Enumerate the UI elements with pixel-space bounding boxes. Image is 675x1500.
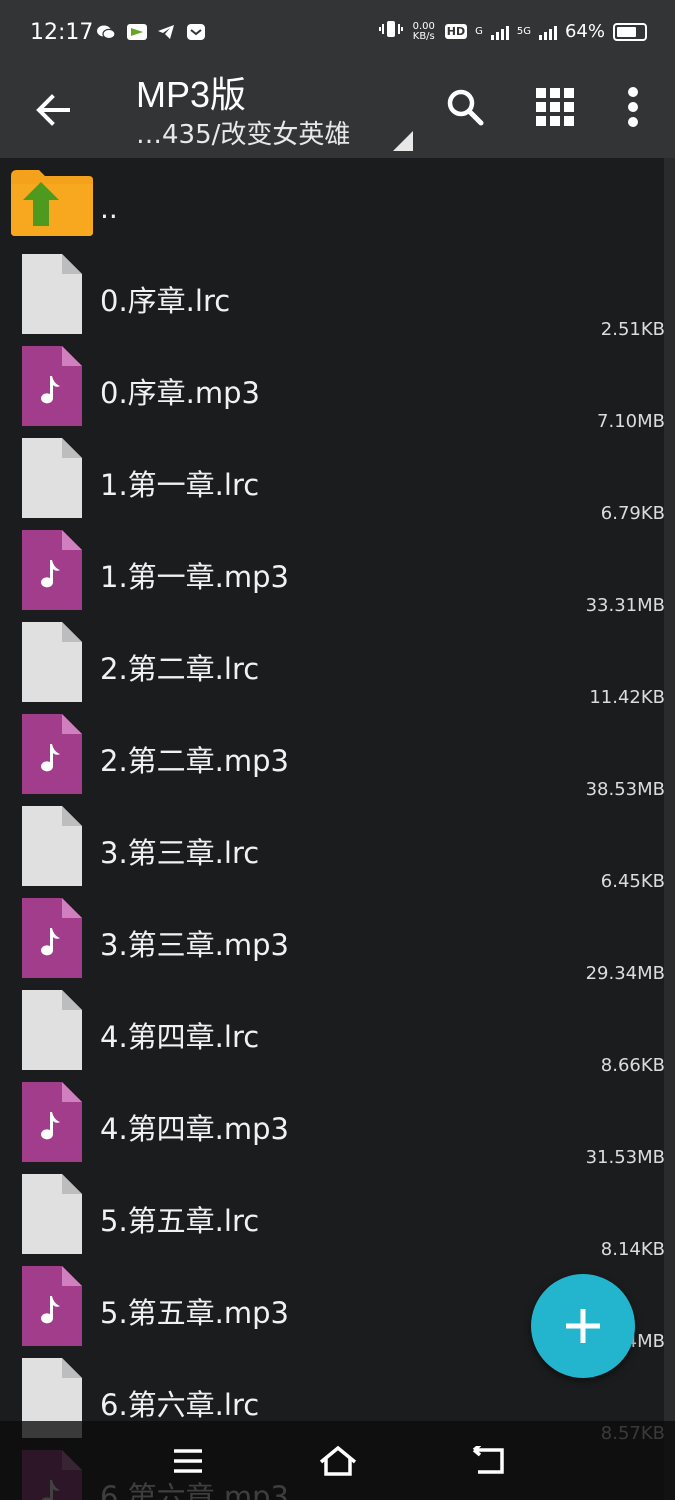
nav-menu-button[interactable]	[164, 1437, 212, 1485]
notification-icons	[96, 22, 206, 42]
file-name: 3.第三章.mp3	[100, 928, 289, 962]
file-size: 11.42KB	[589, 687, 664, 708]
menu-icon	[174, 1449, 202, 1473]
file-name: 2.第二章.lrc	[100, 652, 260, 686]
nav-home-button[interactable]	[314, 1437, 362, 1485]
file-name: 4.第四章.lrc	[100, 1020, 260, 1054]
search-icon	[447, 89, 484, 126]
file-size: 6.45KB	[600, 871, 664, 892]
search-button[interactable]	[438, 80, 492, 134]
text-file-icon	[22, 806, 82, 886]
battery-percent: 64%	[564, 21, 605, 42]
file-row[interactable]: 0.序章.lrc 2.51KB	[0, 250, 664, 342]
file-size: 29.34MB	[585, 963, 664, 984]
file-name: 3.第三章.lrc	[100, 836, 260, 870]
hd-badge: HD	[444, 24, 468, 39]
file-row[interactable]: 4.第四章.mp3 31.53MB	[0, 1078, 664, 1170]
scrollbar[interactable]	[664, 158, 675, 1500]
mail-icon	[186, 22, 206, 42]
file-size: 31.53MB	[585, 1147, 664, 1168]
audio-file-icon	[22, 1082, 82, 1162]
file-name: 6.第六章.lrc	[100, 1388, 260, 1422]
audio-file-icon	[22, 1266, 82, 1346]
text-file-icon	[22, 622, 82, 702]
audio-file-icon	[22, 898, 82, 978]
file-row[interactable]: 5.第五章.lrc 8.14KB	[0, 1170, 664, 1262]
telegram-icon	[156, 22, 176, 42]
plus-icon	[566, 1309, 600, 1343]
more-options-button[interactable]	[606, 80, 660, 134]
home-icon	[319, 1445, 357, 1476]
file-size: 8.66KB	[600, 1055, 664, 1076]
file-row[interactable]: 3.第三章.lrc 6.45KB	[0, 802, 664, 894]
file-row[interactable]: 3.第三章.mp3 29.34MB	[0, 894, 664, 986]
folder-path[interactable]: …435/改变女英雄	[136, 114, 350, 151]
network-speed: 0.00 KB/s	[412, 20, 435, 42]
network-5g-label: 5G	[516, 26, 531, 37]
signal-icon	[490, 24, 509, 40]
file-size: 8.14KB	[600, 1239, 664, 1260]
file-row[interactable]: 4.第四章.lrc 8.66KB	[0, 986, 664, 1078]
nav-back-button[interactable]	[464, 1437, 512, 1485]
wechat-icon	[96, 22, 116, 42]
parent-folder-label: ..	[100, 192, 118, 225]
text-file-icon	[22, 438, 82, 518]
file-size: 33.31MB	[585, 595, 664, 616]
text-file-icon	[22, 990, 82, 1070]
grid-view-icon	[536, 88, 574, 126]
vibrate-icon	[378, 20, 403, 43]
network-g-label: G	[475, 26, 483, 37]
arrow-left-icon	[36, 94, 70, 126]
file-size: 38.53MB	[585, 779, 664, 800]
file-row[interactable]: 1.第一章.lrc 6.79KB	[0, 434, 664, 526]
status-time: 12:17	[30, 20, 94, 45]
text-file-icon	[22, 254, 82, 334]
file-name: 5.第五章.mp3	[100, 1296, 289, 1330]
file-row[interactable]: 2.第二章.lrc 11.42KB	[0, 618, 664, 710]
audio-file-icon	[22, 714, 82, 794]
path-dropdown-icon[interactable]	[393, 131, 413, 151]
audio-file-icon	[22, 346, 82, 426]
file-name: 0.序章.lrc	[100, 284, 231, 318]
battery-icon	[613, 22, 647, 41]
add-button[interactable]	[531, 1274, 635, 1378]
file-row[interactable]: 2.第二章.mp3 38.53MB	[0, 710, 664, 802]
parent-folder-row[interactable]: ..	[0, 158, 664, 244]
folder-title: MP3版	[136, 74, 247, 115]
file-name: 0.序章.mp3	[100, 376, 260, 410]
text-file-icon	[22, 1174, 82, 1254]
back-button[interactable]	[30, 86, 78, 134]
file-name: 4.第四章.mp3	[100, 1112, 289, 1146]
signal-5g-icon	[538, 24, 557, 40]
file-name: 1.第一章.mp3	[100, 560, 289, 594]
nav-back-icon	[472, 1446, 504, 1474]
folder-up-icon	[11, 170, 93, 236]
more-vert-icon	[628, 87, 638, 127]
app-bar: MP3版 …435/改变女英雄	[0, 66, 675, 158]
grid-view-button[interactable]	[528, 80, 582, 134]
system-nav-bar	[0, 1421, 675, 1500]
file-name: 5.第五章.lrc	[100, 1204, 260, 1238]
file-name: 1.第一章.lrc	[100, 468, 260, 502]
file-row[interactable]: 1.第一章.mp3 33.31MB	[0, 526, 664, 618]
app-notification-icon	[126, 22, 147, 42]
audio-file-icon	[22, 530, 82, 610]
file-size: 2.51KB	[600, 319, 664, 340]
status-bar: 12:17 0.00 KB/s HD G 5G 64%	[0, 0, 675, 66]
file-row[interactable]: 0.序章.mp3 7.10MB	[0, 342, 664, 434]
file-size: 7.10MB	[597, 411, 664, 432]
status-right: 0.00 KB/s HD G 5G 64%	[378, 20, 647, 43]
file-size: 6.79KB	[600, 503, 664, 524]
file-name: 2.第二章.mp3	[100, 744, 289, 778]
